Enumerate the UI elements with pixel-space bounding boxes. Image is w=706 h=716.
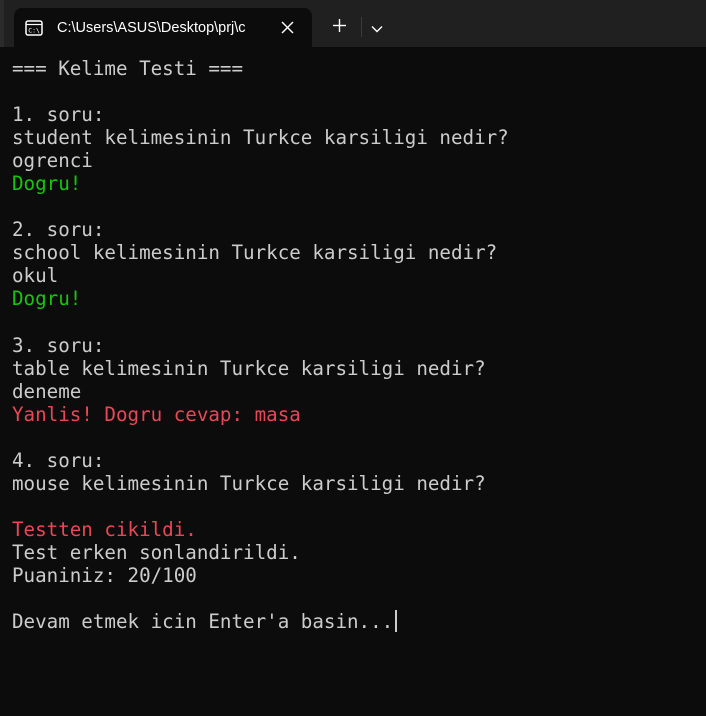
close-icon[interactable] (278, 18, 296, 36)
early-end-message: Test erken sonlandirildi. (12, 540, 301, 564)
user-answer: okul (12, 264, 59, 288)
terminal-tab[interactable]: C:\ C:\Users\ASUS\Desktop\prj\c (14, 8, 312, 47)
window-edge (0, 0, 4, 47)
question-prompt: school kelimesinin Turkce karsiligi nedi… (12, 241, 498, 265)
toolbar-divider (361, 17, 362, 37)
result-wrong: Yanlis! Dogru cevap: masa (12, 402, 301, 426)
title-bar: C:\ C:\Users\ASUS\Desktop\prj\c (0, 0, 706, 47)
continue-prompt-line: Devam etmek icin Enter'a basin... (12, 610, 694, 633)
result-correct: Dogru! (12, 287, 82, 311)
profiles-dropdown-button[interactable] (364, 14, 390, 40)
question-prompt: student kelimesinin Turkce karsiligi ned… (12, 126, 509, 150)
question-prompt: mouse kelimesinin Turkce karsiligi nedir… (12, 471, 486, 495)
user-answer: ogrenci (12, 149, 93, 173)
result-correct: Dogru! (12, 172, 82, 196)
text-cursor (395, 610, 398, 633)
plus-icon (332, 18, 347, 37)
score-line: Puaniniz: 20/100 (12, 564, 197, 588)
terminal-icon: C:\ (24, 18, 44, 38)
question-label: 4. soru: (12, 448, 105, 472)
new-tab-button[interactable] (326, 14, 352, 40)
question-label: 2. soru: (12, 218, 105, 242)
terminal-output[interactable]: === Kelime Testi === 1. soru: student ke… (0, 47, 706, 716)
question-prompt: table kelimesinin Turkce karsiligi nedir… (12, 356, 486, 380)
tab-title: C:\Users\ASUS\Desktop\prj\c (57, 19, 246, 36)
question-label: 3. soru: (12, 333, 105, 357)
svg-text:C:\: C:\ (28, 26, 40, 34)
user-answer: deneme (12, 379, 82, 403)
continue-prompt: Devam etmek icin Enter'a basin... (12, 610, 394, 634)
question-label: 1. soru: (12, 103, 105, 127)
chevron-down-icon (371, 18, 383, 37)
quiz-header: === Kelime Testi === (12, 57, 244, 80)
exit-message: Testten cikildi. (12, 517, 197, 541)
